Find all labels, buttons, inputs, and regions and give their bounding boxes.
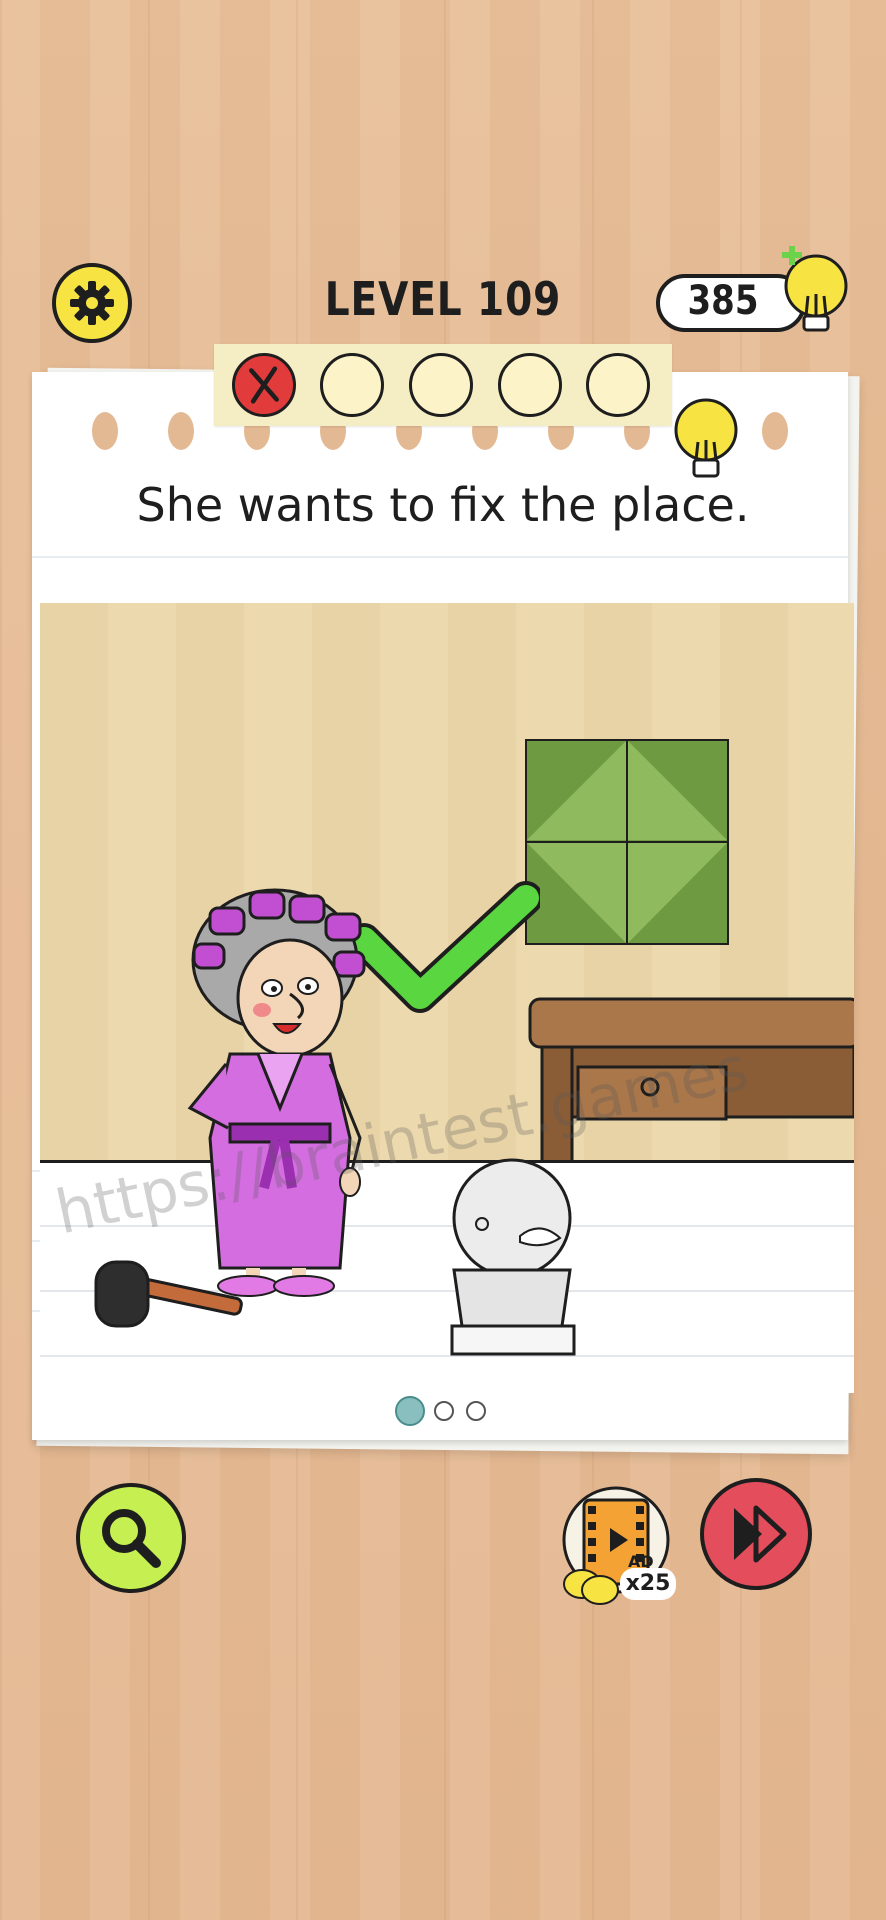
check-icon (350, 881, 540, 1013)
hint-bulb-icon[interactable] (668, 394, 744, 488)
wall-window (525, 739, 729, 945)
hint-count: 385 (687, 278, 759, 324)
question-text: She wants to fix the place. (136, 478, 750, 532)
hammer[interactable] (92, 1258, 252, 1338)
gear-icon (70, 281, 114, 325)
attempt-failed (232, 353, 296, 417)
page-dot[interactable] (434, 1401, 454, 1421)
paper-hole (168, 412, 194, 450)
page-dot[interactable] (466, 1401, 486, 1421)
attempt-empty (586, 353, 650, 417)
attempt-empty (320, 353, 384, 417)
settings-button[interactable] (52, 263, 132, 343)
magnifier-icon (102, 1509, 161, 1568)
cross-icon (249, 366, 279, 404)
paper-hole (762, 412, 788, 450)
paper-hole (92, 412, 118, 450)
search-button[interactable] (76, 1483, 186, 1593)
level-title: LEVEL 109 (324, 272, 562, 326)
paper-rule (32, 556, 848, 558)
skip-button[interactable] (700, 1478, 812, 1590)
page-dot-active[interactable] (395, 1396, 425, 1426)
attempt-empty (409, 353, 473, 417)
fast-forward-icon (734, 1505, 787, 1563)
grandma-character[interactable] (180, 878, 370, 1298)
lightbulb-plus-icon[interactable] (770, 246, 850, 346)
attempt-empty (498, 353, 562, 417)
statue-bust[interactable] (430, 1150, 590, 1360)
ad-reward-count: x25 (620, 1568, 676, 1600)
